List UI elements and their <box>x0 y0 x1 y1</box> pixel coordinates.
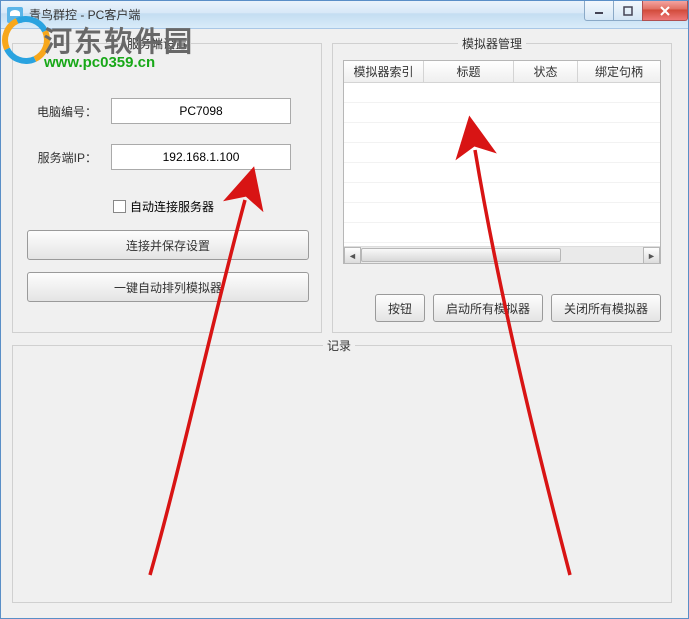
maximize-button[interactable] <box>613 1 643 21</box>
server-settings-title: 服务端设置 <box>123 35 191 52</box>
pc-id-input[interactable] <box>111 98 291 124</box>
window-controls <box>585 1 688 21</box>
col-handle[interactable]: 绑定句柄 <box>578 61 660 82</box>
table-row[interactable] <box>344 183 660 203</box>
close-all-label: 关闭所有模拟器 <box>564 300 648 317</box>
table-header: 模拟器索引 标题 状态 绑定句柄 <box>344 61 660 83</box>
client-area: 服务端设置 电脑编号： 服务端IP： 自动连接服务器 连接并保存设置 一键自动排… <box>2 29 687 617</box>
app-icon <box>7 7 23 23</box>
close-all-button[interactable]: 关闭所有模拟器 <box>551 294 661 322</box>
pc-id-label: 电脑编号： <box>27 103 97 120</box>
server-ip-input[interactable] <box>111 144 291 170</box>
auto-connect-checkbox[interactable] <box>113 200 126 213</box>
table-body <box>344 83 660 243</box>
col-status[interactable]: 状态 <box>514 61 578 82</box>
emulator-manage-group: 模拟器管理 模拟器索引 标题 状态 绑定句柄 <box>332 43 672 333</box>
server-ip-row: 服务端IP： <box>27 144 291 170</box>
start-all-button[interactable]: 启动所有模拟器 <box>433 294 543 322</box>
generic-button[interactable]: 按钮 <box>375 294 425 322</box>
scroll-right-icon[interactable]: ► <box>643 247 660 264</box>
minimize-button[interactable] <box>584 1 614 21</box>
server-ip-label: 服务端IP： <box>27 149 97 166</box>
connect-save-button[interactable]: 连接并保存设置 <box>27 230 309 260</box>
server-settings-group: 服务端设置 电脑编号： 服务端IP： 自动连接服务器 连接并保存设置 一键自动排… <box>12 43 322 333</box>
col-title[interactable]: 标题 <box>424 61 514 82</box>
log-body[interactable] <box>21 360 663 594</box>
arrange-emulators-button[interactable]: 一键自动排列模拟器 <box>27 272 309 302</box>
horizontal-scrollbar[interactable]: ◄ ► <box>344 246 660 263</box>
table-row[interactable] <box>344 223 660 243</box>
auto-connect-row: 自动连接服务器 <box>113 198 214 215</box>
col-index[interactable]: 模拟器索引 <box>344 61 424 82</box>
generic-button-label: 按钮 <box>388 300 412 317</box>
emulator-buttons: 按钮 启动所有模拟器 关闭所有模拟器 <box>375 294 661 322</box>
start-all-label: 启动所有模拟器 <box>446 300 530 317</box>
emulator-table[interactable]: 模拟器索引 标题 状态 绑定句柄 ◄ <box>343 60 661 264</box>
close-button[interactable] <box>642 1 688 21</box>
maximize-icon <box>623 6 633 16</box>
table-row[interactable] <box>344 123 660 143</box>
minimize-icon <box>594 6 604 16</box>
window-title: 青鸟群控 - PC客户端 <box>29 6 140 23</box>
app-window: 青鸟群控 - PC客户端 服务端设置 电脑编号： 服务端IP： <box>0 0 689 619</box>
close-icon <box>659 5 671 17</box>
table-row[interactable] <box>344 163 660 183</box>
emulator-manage-title: 模拟器管理 <box>458 35 526 52</box>
scroll-track[interactable] <box>361 247 643 263</box>
arrange-emulators-label: 一键自动排列模拟器 <box>114 279 222 296</box>
scroll-thumb[interactable] <box>361 248 561 262</box>
titlebar[interactable]: 青鸟群控 - PC客户端 <box>1 1 688 29</box>
connect-save-label: 连接并保存设置 <box>126 237 210 254</box>
scroll-left-icon[interactable]: ◄ <box>344 247 361 264</box>
pc-id-row: 电脑编号： <box>27 98 291 124</box>
auto-connect-label: 自动连接服务器 <box>130 198 214 215</box>
log-group: 记录 <box>12 345 672 603</box>
table-row[interactable] <box>344 83 660 103</box>
table-row[interactable] <box>344 103 660 123</box>
log-title: 记录 <box>323 337 355 354</box>
table-row[interactable] <box>344 203 660 223</box>
table-row[interactable] <box>344 143 660 163</box>
